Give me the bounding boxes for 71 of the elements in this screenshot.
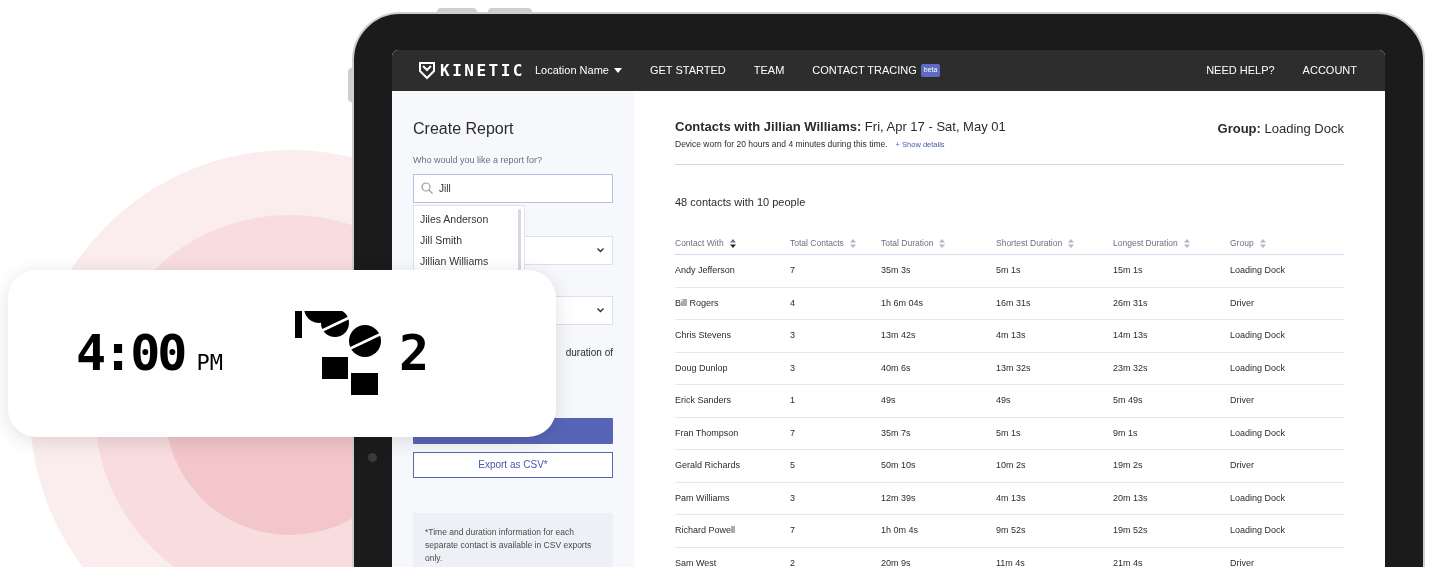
table-cell-text: Loading Dock: [1230, 426, 1287, 440]
table-cell-text: Chris Stevens: [675, 329, 733, 342]
table-cell-text: Richard Powell: [675, 524, 737, 537]
table-cell-text: 13m 42s: [881, 329, 917, 342]
table-cell-text: 9m 52s: [996, 524, 1027, 537]
table-cell-text: 1h 6m 04s: [881, 296, 925, 310]
table-cell-text: 13m 32s: [996, 361, 1032, 375]
table-cell-text: 7: [790, 426, 796, 440]
table-cell-text: 35m 7s: [881, 426, 912, 440]
clock-time: 4:00: [76, 323, 185, 384]
table-cell-text: Driver: [1230, 296, 1255, 310]
table-cell-text: 20m 13s: [1113, 491, 1149, 505]
table-cell-text: 7: [790, 524, 796, 537]
table-cell-text: Driver: [1230, 556, 1255, 567]
footnote-text: *Time and duration information for each separate contact is available in CSV exports only.: [413, 512, 613, 567]
table-cell-text: Doug Dunlop: [675, 361, 729, 375]
field-label: Who would you like a report for?: [413, 154, 544, 167]
table-cell-text: 5m 1s: [996, 426, 1022, 440]
table-cell-text: 3: [790, 361, 796, 375]
table-cell-text: 50m 10s: [881, 459, 917, 472]
table-cell-text: 21m 4s: [1113, 556, 1144, 567]
table-cell-text: Loading Dock: [1230, 524, 1287, 537]
summary-text: 48 contacts with 10 people: [675, 194, 807, 210]
table-cell-text: 49s: [996, 394, 1012, 407]
table-cell-text: 19m 52s: [1113, 524, 1149, 537]
table-cell-text: Sam West: [675, 556, 718, 567]
report-title: Contacts with Jillian Williams: Fri, Apr 17 - Sat, May 01: [675, 119, 1006, 135]
table-cell-text: 40m 6s: [881, 361, 912, 375]
table-cell-text: Loading Dock: [1230, 329, 1287, 342]
description-text: duration of: [565, 345, 613, 360]
table-cell-text: 11m 4s: [996, 556, 1026, 567]
table-cell-text: Driver: [1230, 459, 1255, 472]
table-cell-text: 35m 3s: [881, 264, 912, 277]
table-cell-text: 3: [790, 491, 796, 505]
table-cell-text: 20m 9s: [881, 556, 912, 567]
table-cell-text: 4m 13s: [996, 329, 1027, 342]
table-cell-text: 14m 13s: [1113, 329, 1149, 342]
table-cell-text: 1h 0m 4s: [881, 524, 920, 537]
table-cell-text: 15m 1s: [1113, 264, 1144, 277]
table-cell-text: 5m 49s: [1113, 394, 1144, 407]
table-cell-text: 5m 1s: [996, 264, 1022, 277]
table-cell-text: 2: [790, 556, 796, 567]
panel-title: Create Report: [413, 119, 515, 139]
table-cell-text: 1: [790, 394, 796, 407]
table-cell-text: 26m 31s: [1113, 296, 1149, 310]
table-cell-text: Fran Thompson: [675, 426, 740, 440]
table-cell-text: Driver: [1230, 394, 1255, 407]
table-cell-text: Erick Sanders: [675, 394, 733, 407]
clock-meridiem: PM: [196, 349, 223, 377]
table-cell-text: Gerald Richards: [675, 459, 742, 472]
table-cell-text: Pam Williams: [675, 491, 731, 505]
table-cell-text: 12m 39s: [881, 491, 917, 505]
device-note: Device worn for 20 hours and 4 minutes during this time.: [675, 138, 888, 151]
table-cell-text: 19m 2s: [1113, 459, 1144, 472]
table-cell-text: 49s: [881, 394, 897, 407]
table-cell-text: Andy Jefferson: [675, 264, 736, 277]
table-cell-text: 16m 31s: [996, 296, 1032, 310]
group-label: Group: Loading Dock: [1217, 120, 1344, 138]
table-cell-text: 3: [790, 329, 796, 342]
table-cell-text: Bill Rogers: [675, 296, 720, 310]
table-cell-text: 10m 2s: [996, 459, 1027, 472]
table-cell-text: 9m 1s: [1113, 426, 1139, 440]
table-cell-text: 5: [790, 459, 796, 472]
count-text: 2: [398, 323, 430, 384]
table-cell-text: Loading Dock: [1230, 361, 1287, 375]
table-cell-text: 7: [790, 264, 796, 277]
table-cell-text: Loading Dock: [1230, 264, 1287, 277]
table-cell-text: 4: [790, 296, 796, 310]
table-cell-text: Loading Dock: [1230, 491, 1287, 505]
table-cell-text: 23m 32s: [1113, 361, 1149, 375]
table-cell-text: 4m 13s: [996, 491, 1027, 505]
